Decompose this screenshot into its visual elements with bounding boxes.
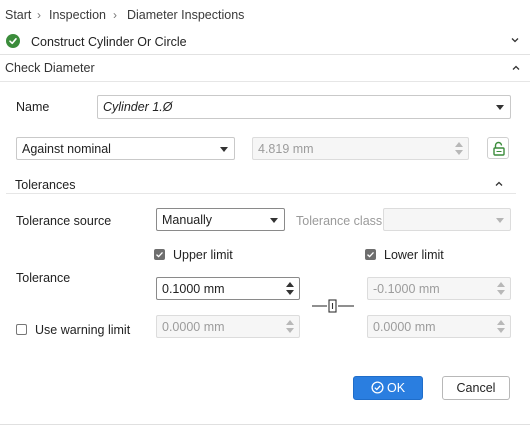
- breadcrumb-separator-icon: ›: [37, 8, 41, 22]
- chevron-up-icon[interactable]: [494, 178, 504, 192]
- dropdown-arrow-icon: [220, 147, 228, 152]
- check-diameter-header[interactable]: Check Diameter: [0, 55, 530, 82]
- unlock-icon: [493, 141, 505, 156]
- warning-upper-field[interactable]: 0.0000 mm: [156, 315, 300, 338]
- tolerance-source-label: Tolerance source: [16, 214, 112, 228]
- cancel-label: Cancel: [456, 381, 496, 395]
- tolerances-title: Tolerances: [15, 178, 76, 192]
- upper-limit-checkbox[interactable]: [154, 249, 165, 260]
- upper-tolerance-value: 0.1000 mm: [162, 282, 225, 296]
- breadcrumb-inspection[interactable]: Inspection: [49, 8, 106, 22]
- chevron-up-icon[interactable]: [511, 62, 521, 76]
- warning-upper-value: 0.0000 mm: [162, 320, 225, 334]
- upper-limit-label: Upper limit: [173, 248, 233, 262]
- tolerances-header[interactable]: Tolerances: [6, 173, 516, 194]
- spinner-icon[interactable]: [497, 320, 505, 334]
- ok-label: OK: [386, 381, 406, 395]
- check-circle-icon: [6, 34, 20, 48]
- lower-tolerance-field[interactable]: -0.1000 mm: [367, 277, 511, 300]
- dropdown-arrow-icon: [270, 218, 278, 223]
- tolerance-label: Tolerance: [16, 271, 71, 285]
- tolerance-source-select[interactable]: Manually: [156, 208, 285, 231]
- tolerance-source-value: Manually: [162, 213, 213, 227]
- comparison-mode-select[interactable]: Against nominal: [16, 137, 235, 160]
- step-label: Construct Cylinder Or Circle: [31, 35, 187, 49]
- check-circle-icon: [371, 381, 384, 394]
- cancel-button[interactable]: Cancel: [442, 376, 510, 400]
- divider: [0, 424, 530, 425]
- comparison-mode-value: Against nominal: [22, 142, 111, 156]
- chevron-down-icon[interactable]: [510, 34, 520, 48]
- dropdown-arrow-icon: [496, 105, 504, 110]
- warning-limit-checkbox[interactable]: [16, 324, 27, 335]
- breadcrumb-start[interactable]: Start: [5, 8, 31, 22]
- lower-limit-checkbox[interactable]: [365, 249, 376, 260]
- spinner-icon[interactable]: [455, 142, 463, 156]
- warning-lower-value: 0.0000 mm: [373, 320, 436, 334]
- name-label: Name: [16, 100, 50, 114]
- warning-limit-label: Use warning limit: [35, 323, 131, 337]
- ok-button[interactable]: OK: [353, 376, 423, 400]
- nominal-value: 4.819 mm: [258, 142, 314, 156]
- tolerance-class-label: Tolerance class: [296, 214, 383, 228]
- upper-tolerance-field[interactable]: 0.1000 mm: [156, 277, 300, 300]
- spinner-icon[interactable]: [497, 282, 505, 296]
- breadcrumb-diameter-inspections[interactable]: Diameter Inspections: [127, 8, 244, 22]
- lower-tolerance-value: -0.1000 mm: [373, 282, 440, 296]
- unlock-button[interactable]: [487, 137, 509, 159]
- nominal-value-field[interactable]: 4.819 mm: [252, 137, 469, 160]
- breadcrumb-separator-icon: ›: [113, 8, 117, 22]
- completed-step-row[interactable]: Construct Cylinder Or Circle: [0, 30, 530, 55]
- link-icon[interactable]: [311, 297, 355, 315]
- warning-lower-field[interactable]: 0.0000 mm: [367, 315, 511, 338]
- section-title: Check Diameter: [5, 61, 95, 75]
- spinner-icon[interactable]: [286, 320, 294, 334]
- dropdown-arrow-icon: [496, 218, 504, 223]
- spinner-icon[interactable]: [286, 282, 294, 296]
- name-value: Cylinder 1.Ø: [103, 100, 173, 114]
- tolerance-class-select[interactable]: [383, 208, 511, 231]
- breadcrumb: Start › Inspection › Diameter Inspection…: [0, 0, 530, 30]
- name-select[interactable]: Cylinder 1.Ø: [97, 95, 511, 119]
- lower-limit-label: Lower limit: [384, 248, 444, 262]
